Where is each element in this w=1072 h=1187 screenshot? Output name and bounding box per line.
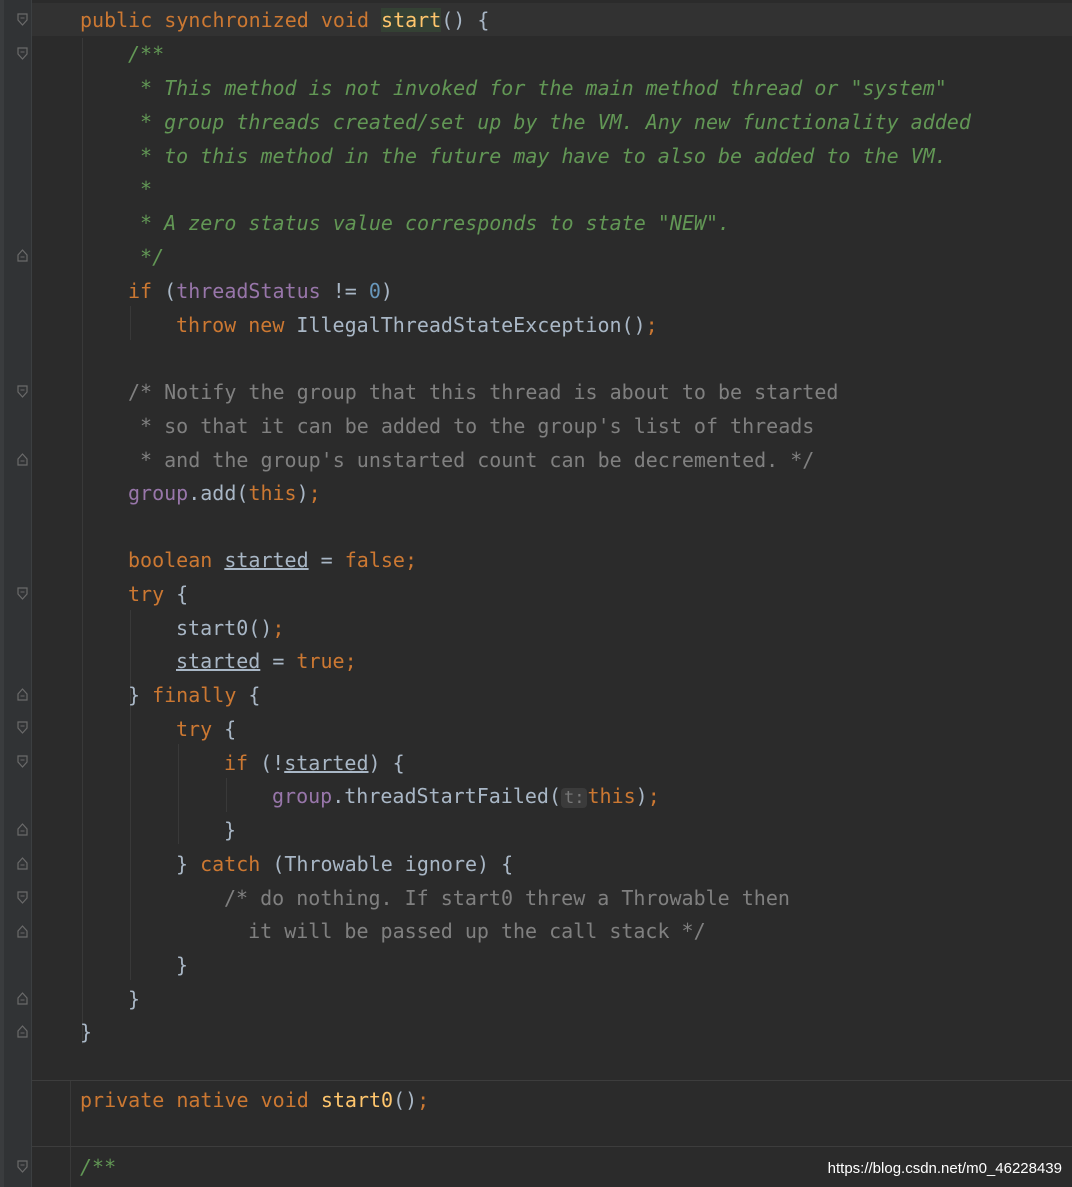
code-line-19: } finally { [128,681,260,709]
closing-brace: } [128,987,141,1011]
field-ref[interactable]: group [128,481,188,505]
comment-line: * and the group's unstarted count can be… [128,448,815,472]
method-name[interactable]: start0 [321,1088,393,1112]
code-text[interactable]: start0() [176,616,272,640]
keyword: try [128,582,165,606]
javadoc-line: * A zero status value corresponds to sta… [128,211,731,235]
code-line-20: try { [176,715,236,743]
code-text: ) [635,784,648,808]
code-text: ) [296,481,309,505]
code-line-21: if (!started) { [224,749,405,777]
keyword: catch [200,852,261,876]
code-text: ) { [368,751,405,775]
keyword: this [587,784,636,808]
semicolon: ; [647,784,660,808]
javadoc-line: * [128,177,153,201]
code-text: { [164,582,189,606]
keyword: false [344,548,405,572]
code-text: ) [380,279,393,303]
local-variable[interactable]: started [176,649,260,673]
keyword: try [176,717,213,741]
code-text[interactable]: .add( [188,481,248,505]
semicolon: ; [404,548,418,572]
code-text: } [128,683,153,707]
code-line-18: started = true; [176,647,357,675]
closing-brace: } [176,953,189,977]
keyword: finally [152,683,237,707]
code-line-16: try { [128,580,188,608]
javadoc-line: */ [128,245,165,269]
code-text[interactable]: IllegalThreadStateException() [296,313,645,337]
code-text: = [260,649,297,673]
comment-line: /* Notify the group that this thread is … [128,380,839,404]
code-line-10: throw new IllegalThreadStateException(); [176,311,658,339]
comment-line: /* do nothing. If start0 threw a Throwab… [224,886,790,910]
code-text: ( [152,279,177,303]
code-line-15: boolean started = false; [128,546,417,574]
code-line-24: } catch (Throwable ignore) { [176,850,513,878]
field-ref[interactable]: group [272,784,332,808]
javadoc-line: /** [128,42,165,66]
keyword: throw new [176,313,297,337]
code-line-17: start0(); [176,614,284,642]
code-text: (Throwable ignore) { [260,852,514,876]
code-line-14: group.add(this); [128,479,321,507]
javadoc-line: * to this method in the future may have … [128,144,947,168]
javadoc-line: * This method is not invoked for the mai… [128,76,947,100]
watermark-url: https://blog.csdn.net/m0_46228439 [827,1160,1062,1177]
code-text: { [236,683,261,707]
keyword: if [224,751,249,775]
comment-line: it will be passed up the call stack */ [224,919,706,943]
code-line-22: group.threadStartFailed(t: this); [272,782,660,810]
code-line-9: if (threadStatus != 0) [128,277,393,305]
keyword: private native void [80,1088,321,1112]
parameter-hint: t: [561,788,588,808]
local-variable[interactable]: started [284,751,368,775]
code-text: (! [248,751,285,775]
comment-line: * so that it can be added to the group's… [128,414,815,438]
field-ref[interactable]: threadStatus [176,279,321,303]
keyword: if [128,279,153,303]
javadoc-line: * group threads created/set up by the VM… [128,110,971,134]
code-text: { [212,717,237,741]
code-text: != [320,279,369,303]
semicolon: ; [417,1088,430,1112]
semicolon: ; [344,649,357,673]
keyword: this [248,481,297,505]
code-line-30: private native void start0(); [80,1086,429,1114]
closing-brace: } [80,1020,93,1044]
local-variable[interactable]: started [224,548,308,572]
code-text: } [176,852,201,876]
javadoc-line: /** [80,1155,117,1179]
number-literal: 0 [368,279,381,303]
code-line-1: public synchronized void start() { [80,6,489,34]
semicolon: ; [645,313,658,337]
code-text: () { [441,8,490,32]
semicolon: ; [272,616,285,640]
method-name[interactable]: start [381,8,442,32]
code-text: () [393,1088,418,1112]
keyword: true [296,649,345,673]
semicolon: ; [308,481,321,505]
closing-brace: } [224,818,237,842]
code-text: = [308,548,345,572]
code-editor[interactable]: public synchronized void start() { /** *… [0,0,1072,1187]
keyword: boolean [128,548,225,572]
code-text[interactable]: .threadStartFailed( [332,784,561,808]
keyword: public synchronized void [80,8,382,32]
